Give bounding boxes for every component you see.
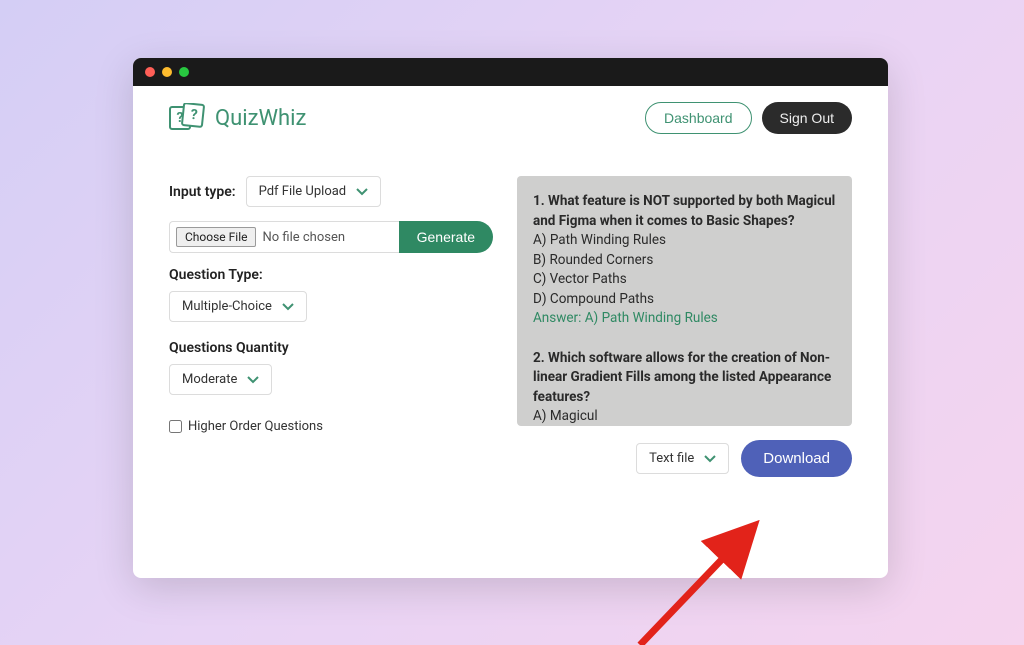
input-type-row: Input type: Pdf File Upload — [169, 176, 493, 207]
logo: ? ? QuizWhiz — [169, 103, 306, 133]
minimize-icon[interactable] — [162, 67, 172, 77]
output-box: 1. What feature is NOT supported by both… — [517, 176, 852, 426]
higher-order-row[interactable]: Higher Order Questions — [169, 419, 493, 434]
questions-quantity-label: Questions Quantity — [169, 340, 493, 356]
question-type-label: Question Type: — [169, 267, 493, 283]
form-column: Input type: Pdf File Upload Choose File … — [169, 176, 493, 578]
download-format-select[interactable]: Text file — [636, 443, 729, 474]
download-row: Text file Download — [517, 440, 852, 477]
question-2-option-a: A) Magicul — [533, 407, 836, 426]
question-1-option-a: A) Path Winding Rules — [533, 231, 836, 251]
questions-quantity-value: Moderate — [182, 372, 237, 387]
download-button[interactable]: Download — [741, 440, 852, 477]
dashboard-button[interactable]: Dashboard — [645, 102, 752, 134]
questions-quantity-select[interactable]: Moderate — [169, 364, 272, 395]
file-status: No file chosen — [262, 230, 345, 245]
chevron-down-icon — [282, 303, 294, 311]
question-type-value: Multiple-Choice — [182, 299, 272, 314]
generate-button[interactable]: Generate — [399, 221, 493, 253]
input-type-label: Input type: — [169, 184, 236, 200]
question-1-title: 1. What feature is NOT supported by both… — [533, 192, 836, 231]
app-title: QuizWhiz — [215, 106, 306, 131]
signout-button[interactable]: Sign Out — [762, 102, 852, 134]
close-icon[interactable] — [145, 67, 155, 77]
input-type-select[interactable]: Pdf File Upload — [246, 176, 382, 207]
logo-icon: ? ? — [169, 103, 209, 133]
download-format-value: Text file — [649, 451, 694, 466]
app-window: ? ? QuizWhiz Dashboard Sign Out Input ty… — [133, 58, 888, 578]
question-2-title: 2. Which software allows for the creatio… — [533, 349, 836, 408]
file-upload-row: Choose File No file chosen Generate — [169, 221, 493, 253]
question-1-option-c: C) Vector Paths — [533, 270, 836, 290]
output-column: 1. What feature is NOT supported by both… — [517, 176, 852, 578]
content-area: Input type: Pdf File Upload Choose File … — [133, 146, 888, 578]
chevron-down-icon — [704, 455, 716, 463]
question-1-answer: Answer: A) Path Winding Rules — [533, 309, 836, 329]
header-buttons: Dashboard Sign Out — [645, 102, 852, 134]
question-1-option-d: D) Compound Paths — [533, 290, 836, 310]
question-type-select[interactable]: Multiple-Choice — [169, 291, 307, 322]
chevron-down-icon — [356, 188, 368, 196]
question-1-option-b: B) Rounded Corners — [533, 251, 836, 271]
titlebar — [133, 58, 888, 86]
file-input[interactable]: Choose File No file chosen — [169, 221, 399, 253]
higher-order-checkbox[interactable] — [169, 420, 182, 433]
higher-order-label: Higher Order Questions — [188, 419, 323, 434]
header: ? ? QuizWhiz Dashboard Sign Out — [133, 86, 888, 146]
maximize-icon[interactable] — [179, 67, 189, 77]
chevron-down-icon — [247, 376, 259, 384]
input-type-value: Pdf File Upload — [259, 184, 347, 199]
choose-file-button[interactable]: Choose File — [176, 227, 256, 247]
